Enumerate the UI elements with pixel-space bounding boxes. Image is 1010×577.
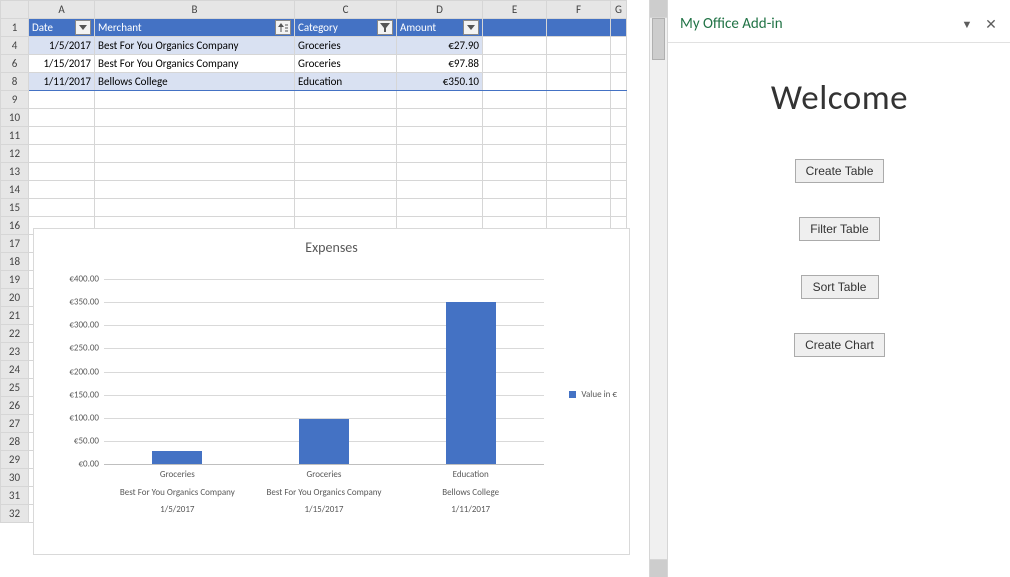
row-header[interactable]: 26 [1,397,29,415]
row-header[interactable]: 22 [1,325,29,343]
table-header-amount[interactable]: Amount [397,19,483,37]
col-header-B[interactable]: B [95,1,295,19]
task-pane-body: Welcome Create Table Filter Table Sort T… [668,42,1010,562]
row-header[interactable]: 21 [1,307,29,325]
col-header-E[interactable]: E [483,1,547,19]
chart-ytick: €250.00 [49,343,99,354]
cell-date[interactable]: 1/11/2017 [29,73,95,91]
table-header-merchant[interactable]: Merchant [95,19,295,37]
row-header[interactable]: 16 [1,217,29,235]
chart-ytick: €300.00 [49,320,99,331]
col-header-A[interactable]: A [29,1,95,19]
close-icon[interactable]: ✕ [983,16,999,33]
table-header-date-label: Date [32,21,53,34]
cell-category[interactable]: Groceries [295,55,397,73]
filter-table-button[interactable]: Filter Table [799,217,879,241]
row-header[interactable]: 24 [1,361,29,379]
legend-label: Value in € [581,389,617,400]
table-header-category[interactable]: Category [295,19,397,37]
table-header-date[interactable]: Date [29,19,95,37]
cell-merchant[interactable]: Best For You Organics Company [95,55,295,73]
row-header[interactable]: 19 [1,271,29,289]
row-header[interactable]: 8 [1,73,29,91]
chart-category-label: GroceriesBest For You Organics Company1/… [104,469,251,522]
chart-bar [299,419,349,464]
row-header[interactable]: 11 [1,127,29,145]
scroll-down-arrow[interactable] [650,559,667,577]
cell-category[interactable]: Groceries [295,37,397,55]
row-header[interactable]: 6 [1,55,29,73]
chart-ytick: €150.00 [49,389,99,400]
row-header[interactable]: 30 [1,469,29,487]
chart-bar [446,302,496,464]
col-header-C[interactable]: C [295,1,397,19]
chart-ytick: €400.00 [49,274,99,285]
row-header[interactable]: 20 [1,289,29,307]
select-all-corner[interactable] [1,1,29,19]
cell-date[interactable]: 1/15/2017 [29,55,95,73]
cell-category[interactable]: Education [295,73,397,91]
chart-category-label: EducationBellows College1/11/2017 [397,469,544,522]
create-table-button[interactable]: Create Table [795,159,885,183]
row-header[interactable]: 14 [1,181,29,199]
cell-amount[interactable]: €27.90 [397,37,483,55]
cell-amount[interactable]: €97.88 [397,55,483,73]
chart-legend: Value in € [569,389,617,400]
row-header[interactable]: 29 [1,451,29,469]
row-header[interactable]: 18 [1,253,29,271]
cell-amount[interactable]: €350.10 [397,73,483,91]
sort-table-button[interactable]: Sort Table [801,275,879,299]
chart-ytick: €0.00 [49,459,99,470]
row-header[interactable]: 12 [1,145,29,163]
legend-swatch [569,391,576,398]
row-header[interactable]: 4 [1,37,29,55]
chart-bar [152,451,202,464]
task-pane-title: My Office Add-in [680,15,951,33]
taskpane-menu-icon[interactable]: ▼ [959,18,975,31]
task-pane: My Office Add-in ▼ ✕ Welcome Create Tabl… [667,0,1010,577]
chart-ytick: €50.00 [49,435,99,446]
row-header[interactable]: 15 [1,199,29,217]
row-header[interactable]: 13 [1,163,29,181]
row-header[interactable]: 31 [1,487,29,505]
scroll-thumb[interactable] [652,18,665,60]
row-header[interactable]: 32 [1,505,29,523]
table-header-category-label: Category [298,21,338,34]
row-header[interactable]: 17 [1,235,29,253]
cell-merchant[interactable]: Best For You Organics Company [95,37,295,55]
row-header[interactable]: 23 [1,343,29,361]
merchant-filter-icon[interactable] [275,20,291,35]
chart-ytick: €350.00 [49,297,99,308]
expenses-chart[interactable]: Expenses €0.00€50.00€100.00€150.00€200.0… [33,228,630,555]
col-header-D[interactable]: D [397,1,483,19]
create-chart-button[interactable]: Create Chart [794,333,885,357]
column-header-row: A B C D E F G [1,1,627,19]
date-filter-icon[interactable] [75,20,91,35]
row-header[interactable]: 28 [1,433,29,451]
table-header-amount-label: Amount [400,21,436,34]
category-filter-icon[interactable] [377,20,393,35]
row-header[interactable]: 10 [1,109,29,127]
chart-ytick: €200.00 [49,366,99,377]
row-header[interactable]: 9 [1,91,29,109]
chart-category-label: GroceriesBest For You Organics Company1/… [251,469,398,522]
chart-ytick: €100.00 [49,412,99,423]
col-header-G[interactable]: G [611,1,627,19]
task-pane-header: My Office Add-in ▼ ✕ [668,0,1010,42]
spreadsheet-pane: A B C D E F G 1Date Merchant Category Amoun… [0,0,667,577]
col-header-F[interactable]: F [547,1,611,19]
row-header[interactable]: 1 [1,19,29,37]
cell-merchant[interactable]: Bellows College [95,73,295,91]
chart-plot-area: €0.00€50.00€100.00€150.00€200.00€250.00€… [104,279,544,464]
welcome-heading: Welcome [680,77,999,119]
chart-title: Expenses [34,229,629,256]
amount-filter-icon[interactable] [463,20,479,35]
scroll-up-arrow[interactable] [650,0,667,18]
table-header-merchant-label: Merchant [98,21,142,34]
cell-date[interactable]: 1/5/2017 [29,37,95,55]
vertical-scrollbar[interactable] [649,0,667,577]
row-header[interactable]: 25 [1,379,29,397]
row-header[interactable]: 27 [1,415,29,433]
